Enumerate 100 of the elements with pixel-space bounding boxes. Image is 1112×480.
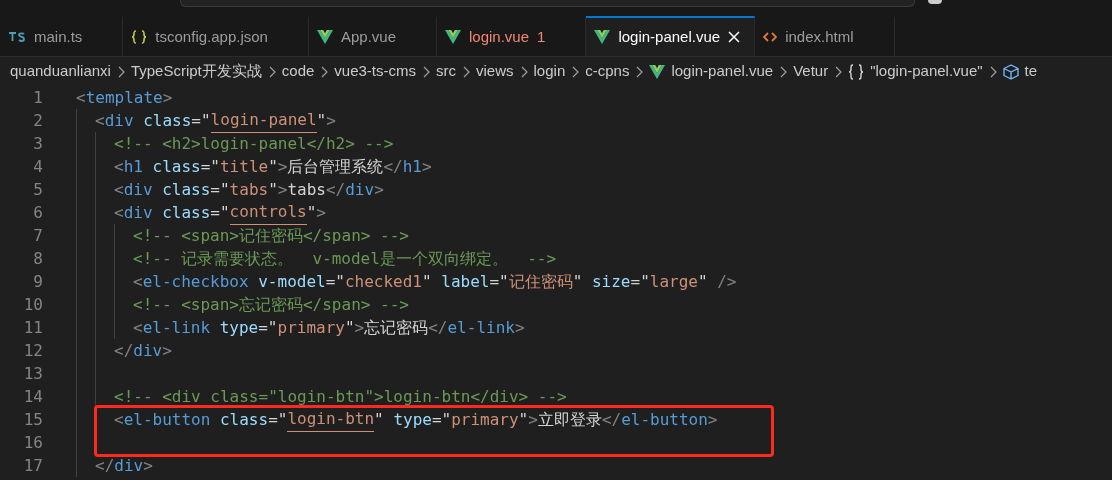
code-token: =" xyxy=(210,178,230,201)
code-token: " xyxy=(268,178,278,201)
close-icon[interactable] xyxy=(728,31,741,43)
editor-tab[interactable]: App.vue xyxy=(308,16,437,56)
breadcrumb-item[interactable]: quanduanlianxi xyxy=(10,60,111,83)
editor-tab[interactable]: tsconfig.app.json xyxy=(123,16,309,56)
breadcrumb-item[interactable]: views xyxy=(476,60,514,83)
code-token: =" xyxy=(268,408,288,431)
breadcrumb-item[interactable]: c-cpns xyxy=(585,60,630,83)
code-token: el-button xyxy=(621,408,708,431)
editor-tab[interactable]: main.ts xyxy=(0,16,124,56)
code-token: primary xyxy=(277,316,345,339)
breadcrumb-item[interactable]: src xyxy=(436,60,456,83)
code-token: el-link xyxy=(142,316,212,339)
breadcrumb-item[interactable]: "login-panel.vue" xyxy=(870,60,983,83)
chevron-icon xyxy=(988,65,997,78)
code-token: > xyxy=(528,408,538,431)
code-comment: <!-- <span>记住密码</span> --> xyxy=(133,224,409,247)
breadcrumb-item[interactable]: Vetur xyxy=(793,60,829,83)
line-number: 14 xyxy=(22,385,43,408)
line-number: 17 xyxy=(22,454,43,477)
code-token: label xyxy=(441,270,490,293)
code-token: < xyxy=(76,86,86,109)
code-token: h1 xyxy=(402,155,422,178)
breadcrumb-item[interactable]: login-panel.vue xyxy=(671,60,774,83)
code-token: =" xyxy=(200,155,220,178)
code-token: div xyxy=(133,339,163,362)
code-token: div xyxy=(123,201,154,224)
vue-icon xyxy=(445,30,461,44)
code-token: </ xyxy=(601,408,622,431)
account-icon[interactable] xyxy=(928,0,942,4)
code-token: =" xyxy=(630,270,650,293)
code-token: </ xyxy=(95,454,115,477)
code-token: > xyxy=(326,109,336,132)
code-token: > xyxy=(514,316,525,339)
code-token: =" xyxy=(258,316,278,339)
code-token: large xyxy=(649,270,698,293)
code-icon xyxy=(763,31,778,43)
code-token: </ xyxy=(383,155,403,178)
code-token: > xyxy=(374,178,384,201)
code-token: </ xyxy=(114,339,134,362)
breadcrumb-item[interactable]: login xyxy=(533,60,566,83)
chevron-icon xyxy=(422,65,430,78)
code-token: v-model xyxy=(258,270,326,293)
code-token: div xyxy=(123,178,154,201)
vue-icon xyxy=(316,30,333,44)
code-token: " xyxy=(422,270,433,293)
code-token: class xyxy=(219,408,269,431)
code-token: =" xyxy=(210,201,230,224)
code-token: class xyxy=(143,109,192,132)
line-number: 12 xyxy=(22,339,43,362)
line-number: 13 xyxy=(22,362,43,385)
code-token: </ xyxy=(325,178,346,201)
code-token: controls xyxy=(229,200,307,225)
editor-tab[interactable]: index.html xyxy=(755,16,895,56)
cube-icon xyxy=(1002,63,1019,80)
ts-icon xyxy=(8,32,26,42)
line-number: 7 xyxy=(32,224,43,247)
code-token: > xyxy=(354,316,365,339)
editor-tab[interactable]: login-panel.vue xyxy=(586,16,756,56)
code-comment: <!-- 记录需要状态。 v-model是一个双向绑定。 --> xyxy=(133,247,557,270)
line-number: 10 xyxy=(22,293,43,316)
code-token: > xyxy=(277,178,288,201)
vue-icon xyxy=(594,30,611,44)
line-number: 6 xyxy=(32,201,43,224)
breadcrumb-item[interactable]: code xyxy=(281,60,315,83)
breadcrumb-item[interactable]: TypeScript开发实战 xyxy=(130,60,262,83)
code-token: h1 xyxy=(123,155,144,178)
code-comment: <!-- <div class="login-btn">login-btn</div> --> xyxy=(114,385,567,408)
line-number: 5 xyxy=(32,178,43,201)
chevron-icon xyxy=(320,65,329,78)
code-token: =" xyxy=(431,408,452,431)
code-token: " xyxy=(374,408,385,431)
chevron-icon xyxy=(519,65,528,78)
chevron-icon xyxy=(116,65,125,78)
code-token: login-btn xyxy=(287,407,375,432)
code-token: el-link xyxy=(447,316,515,339)
code-token: size xyxy=(591,270,631,293)
line-number: 16 xyxy=(22,431,43,454)
breadcrumb-item[interactable]: te xyxy=(1024,60,1038,83)
vue-icon xyxy=(649,64,666,79)
code-token: =" xyxy=(325,270,345,293)
code-token: " xyxy=(697,270,709,293)
code-token: div xyxy=(114,454,144,477)
code-token: type xyxy=(219,316,259,339)
chevron-icon xyxy=(635,65,644,78)
code-token: " xyxy=(572,270,584,293)
code-token: > xyxy=(421,155,432,178)
code-token: checked1 xyxy=(344,270,422,293)
code-token: div xyxy=(345,178,375,201)
code-token: primary xyxy=(451,408,519,431)
code-token: > xyxy=(143,454,153,477)
line-number: 1 xyxy=(32,86,43,109)
braces-icon xyxy=(848,63,865,80)
problem-count: 1 xyxy=(537,26,546,47)
code-token: /> xyxy=(717,270,737,293)
code-token: =" xyxy=(489,270,509,293)
code-token: el-button xyxy=(123,408,212,431)
code-token: < xyxy=(114,201,124,224)
breadcrumb-item[interactable]: vue3-ts-cms xyxy=(334,60,416,83)
